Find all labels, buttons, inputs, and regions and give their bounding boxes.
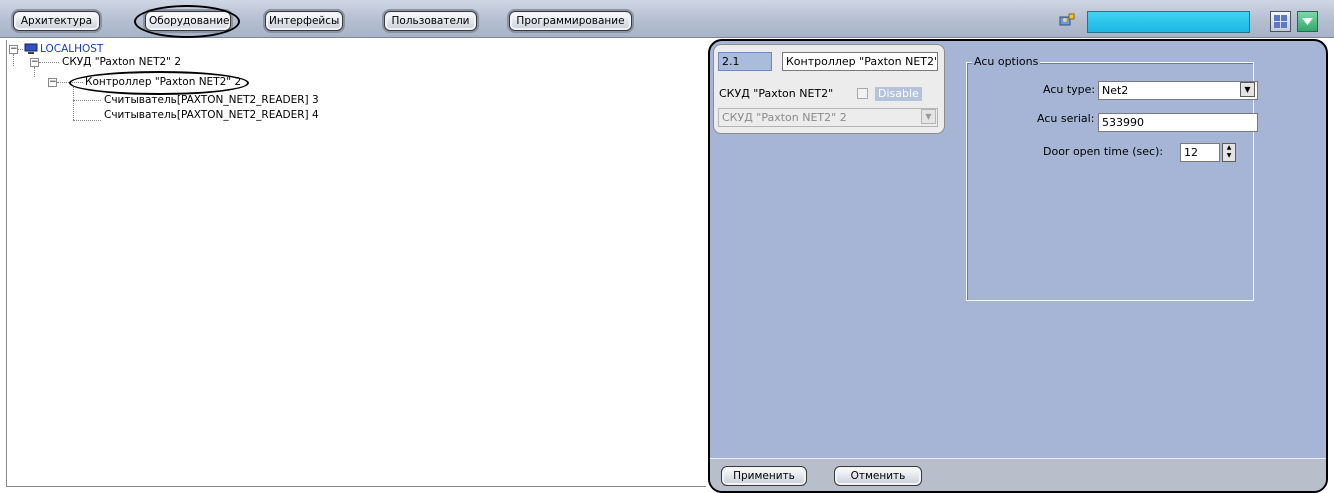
acu-type-label: Acu type:	[1043, 83, 1096, 96]
acu-options-legend: Acu options	[972, 55, 1041, 69]
tab-interfaces[interactable]: Интерфейсы	[265, 11, 343, 31]
tab-architecture[interactable]: Архитектура	[13, 11, 100, 31]
search-input[interactable]	[1087, 11, 1250, 33]
tree-item-controller[interactable]: Контроллер "Paxton NET2" 2	[85, 75, 241, 89]
tree-connector	[57, 82, 83, 83]
skud-collapse-toggle[interactable]: −	[30, 58, 39, 67]
tree-connector	[73, 120, 101, 121]
door-open-time-label: Door open time (sec):	[1043, 145, 1164, 158]
layout-grid-icon[interactable]	[1270, 11, 1291, 32]
tree-connector	[18, 49, 23, 50]
parent-object-label: СКУД "Paxton NET2"	[719, 87, 834, 100]
user-config-icon[interactable]	[1059, 13, 1075, 27]
acu-options-group: Acu options Acu type: Net2 ▼ Acu serial:…	[966, 55, 1258, 301]
tree-item-reader-3[interactable]: Считыватель[PAXTON_NET2_READER] 3	[104, 93, 319, 107]
tree-item-reader-4[interactable]: Считыватель[PAXTON_NET2_READER] 4	[104, 108, 319, 122]
root-collapse-toggle[interactable]: −	[9, 45, 18, 54]
door-open-time-field[interactable]: 12	[1180, 143, 1220, 162]
hardware-tree: − LOCALHOST − СКУД "Paxton NET2" 2 − Кон…	[6, 40, 706, 487]
actions-bar: Применить Отменить	[710, 458, 1326, 491]
parent-object-select[interactable]: СКУД "Paxton NET2" 2	[718, 108, 938, 127]
acu-serial-field[interactable]: 533990	[1098, 113, 1258, 132]
chevron-down-icon[interactable]: ▼	[1240, 82, 1255, 97]
settings-panel: 2.1 Контроллер "Paxton NET2" СКУД "Paxto…	[708, 39, 1328, 493]
acu-type-select[interactable]: Net2	[1098, 81, 1258, 100]
computer-icon	[24, 43, 38, 54]
main-toolbar: Архитектура Оборудование Интерфейсы Поль…	[0, 0, 1334, 38]
tab-equipment[interactable]: Оборудование	[145, 11, 231, 31]
dropdown-arrow-icon[interactable]	[1297, 11, 1318, 32]
tree-item-localhost[interactable]: LOCALHOST	[40, 42, 103, 56]
chevron-down-icon[interactable]: ▼	[921, 109, 936, 124]
object-identity-card: 2.1 Контроллер "Paxton NET2" СКУД "Paxto…	[713, 44, 945, 134]
tree-item-skud[interactable]: СКУД "Paxton NET2" 2	[62, 55, 181, 69]
tree-connector	[39, 62, 59, 63]
door-open-time-stepper[interactable]: ▲ ▼	[1222, 143, 1236, 162]
controller-collapse-toggle[interactable]: −	[48, 78, 57, 87]
tree-connector	[73, 100, 101, 101]
disable-label: Disable	[875, 87, 922, 101]
apply-button[interactable]: Применить	[721, 466, 807, 486]
tree-connector	[73, 87, 74, 120]
disable-checkbox[interactable]	[857, 88, 868, 99]
tab-programming[interactable]: Программирование	[509, 11, 632, 31]
tab-users[interactable]: Пользователи	[384, 11, 477, 31]
cancel-button[interactable]: Отменить	[834, 466, 922, 486]
tree-connector	[34, 67, 35, 77]
object-name-field[interactable]: Контроллер "Paxton NET2"	[782, 52, 938, 71]
object-id-field[interactable]: 2.1	[718, 52, 772, 71]
tree-connector	[13, 54, 14, 66]
acu-serial-label: Acu serial:	[1037, 112, 1095, 125]
